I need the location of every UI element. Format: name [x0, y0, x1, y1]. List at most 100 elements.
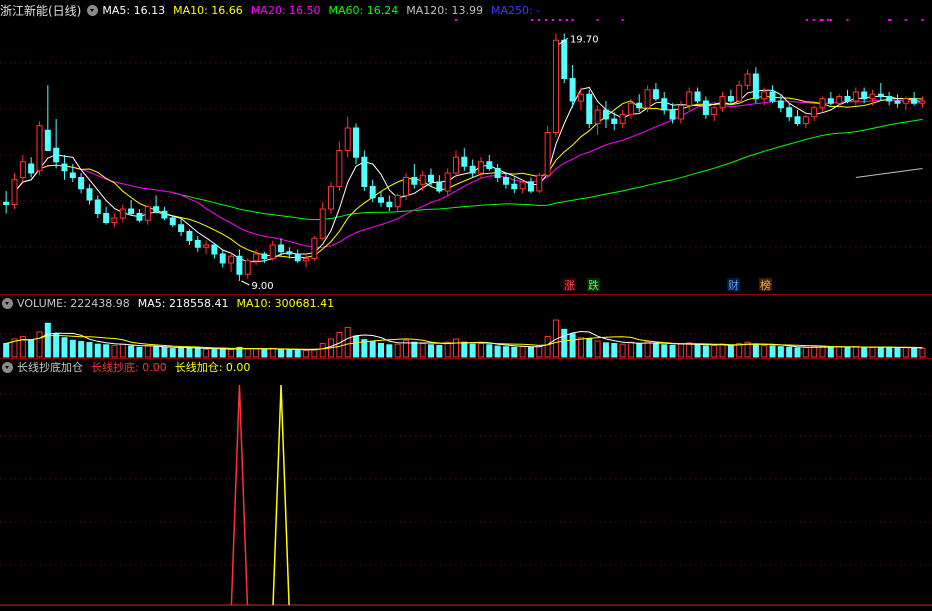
volume-bar[interactable]	[344, 326, 351, 358]
tag-cai[interactable]: 财	[728, 278, 739, 292]
volume-bar[interactable]	[111, 344, 118, 358]
volume-bar[interactable]	[752, 343, 759, 358]
volume-bar[interactable]	[894, 347, 901, 358]
volume-bar[interactable]	[394, 343, 401, 358]
volume-bar[interactable]	[569, 333, 576, 358]
candle[interactable]	[836, 96, 843, 104]
candle[interactable]	[594, 109, 601, 124]
candle[interactable]	[727, 96, 734, 102]
candle[interactable]	[894, 100, 901, 104]
volume-bar[interactable]	[602, 342, 609, 358]
candle[interactable]	[228, 255, 235, 264]
volume-bar[interactable]	[852, 346, 859, 358]
candle[interactable]	[469, 165, 476, 174]
candle[interactable]	[477, 161, 484, 174]
candle[interactable]	[153, 206, 160, 212]
candle[interactable]	[536, 174, 543, 192]
volume-bar[interactable]	[527, 346, 534, 358]
candle[interactable]	[269, 244, 276, 259]
candle[interactable]	[136, 213, 143, 221]
candle[interactable]	[186, 231, 193, 241]
volume-bar[interactable]	[3, 343, 10, 358]
candle[interactable]	[602, 109, 609, 120]
candle[interactable]	[3, 201, 10, 205]
candle[interactable]	[11, 179, 18, 205]
volume-bar[interactable]	[702, 345, 709, 358]
volume-bar[interactable]	[61, 337, 68, 358]
volume-bar[interactable]	[86, 342, 93, 358]
candle[interactable]	[494, 168, 501, 178]
candle[interactable]	[544, 132, 551, 176]
candle[interactable]	[336, 150, 343, 187]
volume-bar[interactable]	[253, 348, 260, 358]
volume-bar[interactable]	[644, 341, 651, 358]
candle[interactable]	[353, 127, 360, 158]
candle[interactable]	[94, 199, 101, 214]
candle[interactable]	[86, 188, 93, 201]
candle[interactable]	[644, 89, 651, 109]
volume-bar[interactable]	[336, 332, 343, 358]
candle[interactable]	[777, 100, 784, 109]
candle[interactable]	[53, 147, 60, 163]
candle[interactable]	[677, 105, 684, 120]
candle[interactable]	[19, 161, 26, 178]
candle[interactable]	[144, 206, 151, 221]
candle[interactable]	[627, 102, 634, 115]
candle[interactable]	[561, 39, 568, 79]
candle[interactable]	[877, 93, 884, 97]
volume-bar[interactable]	[161, 346, 168, 358]
tag-zhang[interactable]: 涨	[564, 279, 575, 292]
candle[interactable]	[278, 244, 285, 253]
candle[interactable]	[511, 183, 518, 190]
volume-bar[interactable]	[486, 344, 493, 358]
candle[interactable]	[361, 156, 368, 187]
candle[interactable]	[419, 174, 426, 185]
volume-bar[interactable]	[502, 346, 509, 358]
candle[interactable]	[203, 244, 210, 248]
volume-bar[interactable]	[244, 348, 251, 358]
volume-bar[interactable]	[28, 339, 35, 358]
candle[interactable]	[178, 224, 185, 232]
candle[interactable]	[28, 163, 35, 174]
candle[interactable]	[761, 91, 768, 100]
candle[interactable]	[261, 253, 268, 259]
volume-bar[interactable]	[694, 344, 701, 358]
volume-bar[interactable]	[586, 338, 593, 358]
volume-bar[interactable]	[269, 347, 276, 358]
volume-bar[interactable]	[619, 343, 626, 358]
candle[interactable]	[769, 91, 776, 102]
candle[interactable]	[869, 93, 876, 100]
volume-bar[interactable]	[477, 343, 484, 358]
candle[interactable]	[319, 208, 326, 239]
volume-bar[interactable]	[427, 344, 434, 358]
volume-bar[interactable]	[94, 343, 101, 358]
candle[interactable]	[78, 177, 85, 190]
candle[interactable]	[169, 217, 176, 226]
volume-bar[interactable]	[661, 344, 668, 358]
candle[interactable]	[636, 102, 643, 109]
volume-bar[interactable]	[303, 350, 310, 358]
candle[interactable]	[577, 93, 584, 102]
candle[interactable]	[253, 253, 260, 262]
volume-bar[interactable]	[669, 344, 676, 358]
volume-bar[interactable]	[219, 348, 226, 358]
volume-bar[interactable]	[278, 349, 285, 358]
candle[interactable]	[344, 127, 351, 151]
volume-bar[interactable]	[153, 346, 160, 358]
tag-bang[interactable]: 榜	[760, 278, 771, 292]
candle[interactable]	[794, 116, 801, 124]
volume-bar[interactable]	[844, 346, 851, 358]
volume-bar[interactable]	[419, 343, 426, 358]
candle[interactable]	[244, 260, 251, 275]
candle[interactable]	[311, 237, 318, 259]
candle[interactable]	[502, 177, 509, 185]
volume-bar[interactable]	[711, 344, 718, 358]
candle[interactable]	[886, 96, 893, 102]
volume-bar[interactable]	[444, 341, 451, 358]
candle[interactable]	[719, 96, 726, 109]
volume-bar[interactable]	[594, 340, 601, 358]
candle[interactable]	[694, 91, 701, 102]
candle[interactable]	[378, 197, 385, 203]
candle[interactable]	[369, 186, 376, 199]
candle[interactable]	[611, 118, 618, 124]
